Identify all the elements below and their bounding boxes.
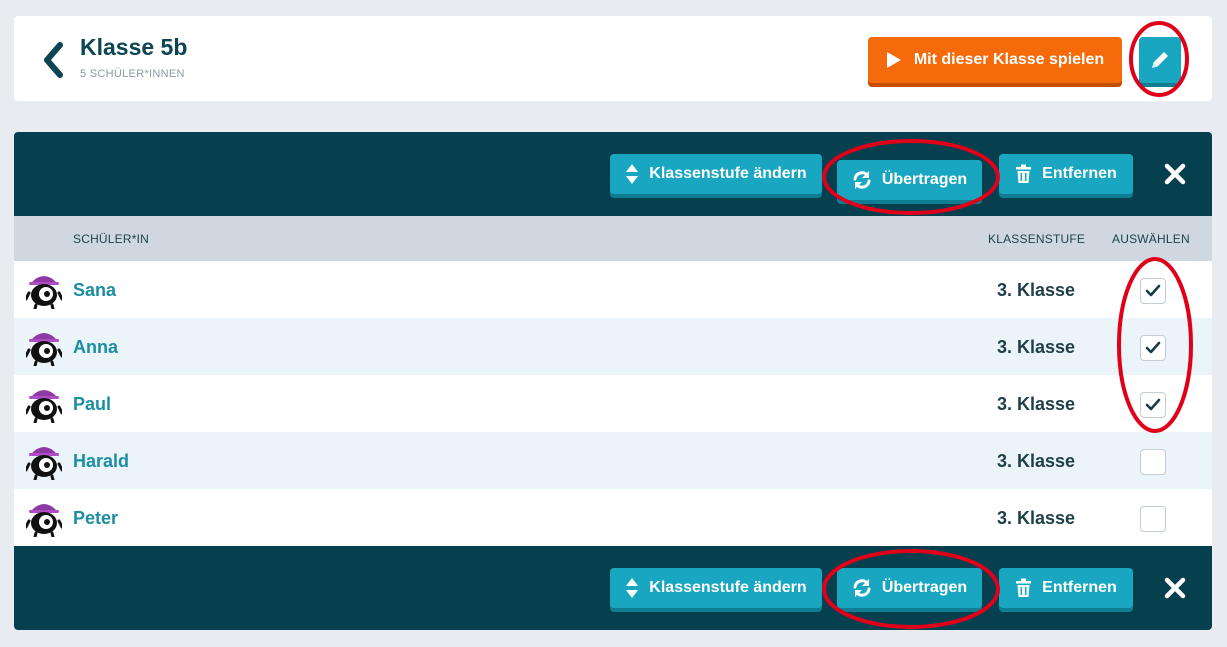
select-checkbox[interactable] (1140, 278, 1166, 304)
table-row: Sana 3. Klasse (14, 261, 1212, 318)
student-grade: 3. Klasse (997, 508, 1076, 528)
close-icon (1164, 163, 1186, 185)
transfer-button[interactable]: Übertragen (837, 160, 982, 200)
student-name[interactable]: Anna (73, 337, 118, 358)
column-header-student: SCHÜLER*IN (73, 232, 150, 246)
student-grade: 3. Klasse (997, 394, 1076, 414)
transfer-label: Übertragen (881, 171, 968, 188)
selection-toolbar-bottom: Klassenstufe ändern Übertragen Entfernen (14, 546, 1212, 630)
close-icon (1164, 577, 1186, 599)
class-header-card: Klasse 5b 5 SCHÜLER*INNEN Mit dieser Kla… (14, 16, 1212, 101)
student-name[interactable]: Harald (73, 451, 129, 472)
transfer-label: Übertragen (881, 579, 968, 596)
monster-avatar-icon (26, 390, 62, 423)
transfer-button[interactable]: Übertragen (837, 568, 982, 608)
remove-label: Entfernen (1042, 165, 1117, 182)
back-button[interactable] (38, 40, 68, 80)
remove-label: Entfernen (1042, 579, 1117, 596)
student-grade: 3. Klasse (997, 280, 1076, 300)
sort-arrows-icon (626, 164, 639, 184)
checkmark-icon (1145, 398, 1161, 411)
table-row: Anna 3. Klasse (14, 318, 1212, 375)
play-with-class-button[interactable]: Mit dieser Klasse spielen (868, 37, 1122, 83)
checkmark-icon (1145, 284, 1161, 297)
monster-avatar-icon (26, 333, 62, 366)
select-checkbox[interactable] (1140, 506, 1166, 532)
change-grade-label: Klassenstufe ändern (649, 579, 807, 596)
student-grade: 3. Klasse (997, 451, 1076, 471)
student-grade: 3. Klasse (997, 337, 1076, 357)
remove-button[interactable]: Entfernen (999, 568, 1133, 608)
pencil-icon (1152, 52, 1168, 68)
select-checkbox[interactable] (1140, 335, 1166, 361)
column-header-select: AUSWÄHLEN (1112, 232, 1190, 246)
sort-arrows-icon (626, 578, 639, 598)
student-count: 5 SCHÜLER*INNEN (80, 68, 185, 80)
table-header: SCHÜLER*IN KLASSENSTUFE AUSWÄHLEN (14, 216, 1212, 261)
selection-toolbar-top: Klassenstufe ändern Übertragen Entfernen (14, 132, 1212, 216)
change-grade-label: Klassenstufe ändern (649, 165, 807, 182)
column-header-grade: KLASSENSTUFE (988, 232, 1086, 246)
edit-class-button[interactable] (1139, 37, 1181, 83)
change-grade-button[interactable]: Klassenstufe ändern (610, 568, 822, 608)
trash-icon (1016, 578, 1032, 597)
page-title: Klasse 5b (80, 34, 188, 60)
play-icon (886, 52, 901, 68)
table-row: Peter 3. Klasse (14, 489, 1212, 546)
monster-avatar-icon (26, 504, 62, 537)
play-with-class-label: Mit dieser Klasse spielen (913, 51, 1105, 68)
select-checkbox[interactable] (1140, 449, 1166, 475)
change-grade-button[interactable]: Klassenstufe ändern (610, 154, 822, 194)
chevron-left-icon (44, 42, 63, 78)
table-row: Paul 3. Klasse (14, 375, 1212, 432)
student-name[interactable]: Sana (73, 280, 116, 301)
select-checkbox[interactable] (1140, 392, 1166, 418)
refresh-icon (853, 579, 871, 597)
refresh-icon (853, 171, 871, 189)
monster-avatar-icon (26, 447, 62, 480)
monster-avatar-icon (26, 276, 62, 309)
close-selection-button[interactable] (1162, 161, 1188, 187)
close-selection-button[interactable] (1162, 575, 1188, 601)
remove-button[interactable]: Entfernen (999, 154, 1133, 194)
table-row: Harald 3. Klasse (14, 432, 1212, 489)
student-name[interactable]: Peter (73, 508, 118, 529)
checkmark-icon (1145, 341, 1161, 354)
trash-icon (1016, 164, 1032, 183)
student-name[interactable]: Paul (73, 394, 111, 415)
